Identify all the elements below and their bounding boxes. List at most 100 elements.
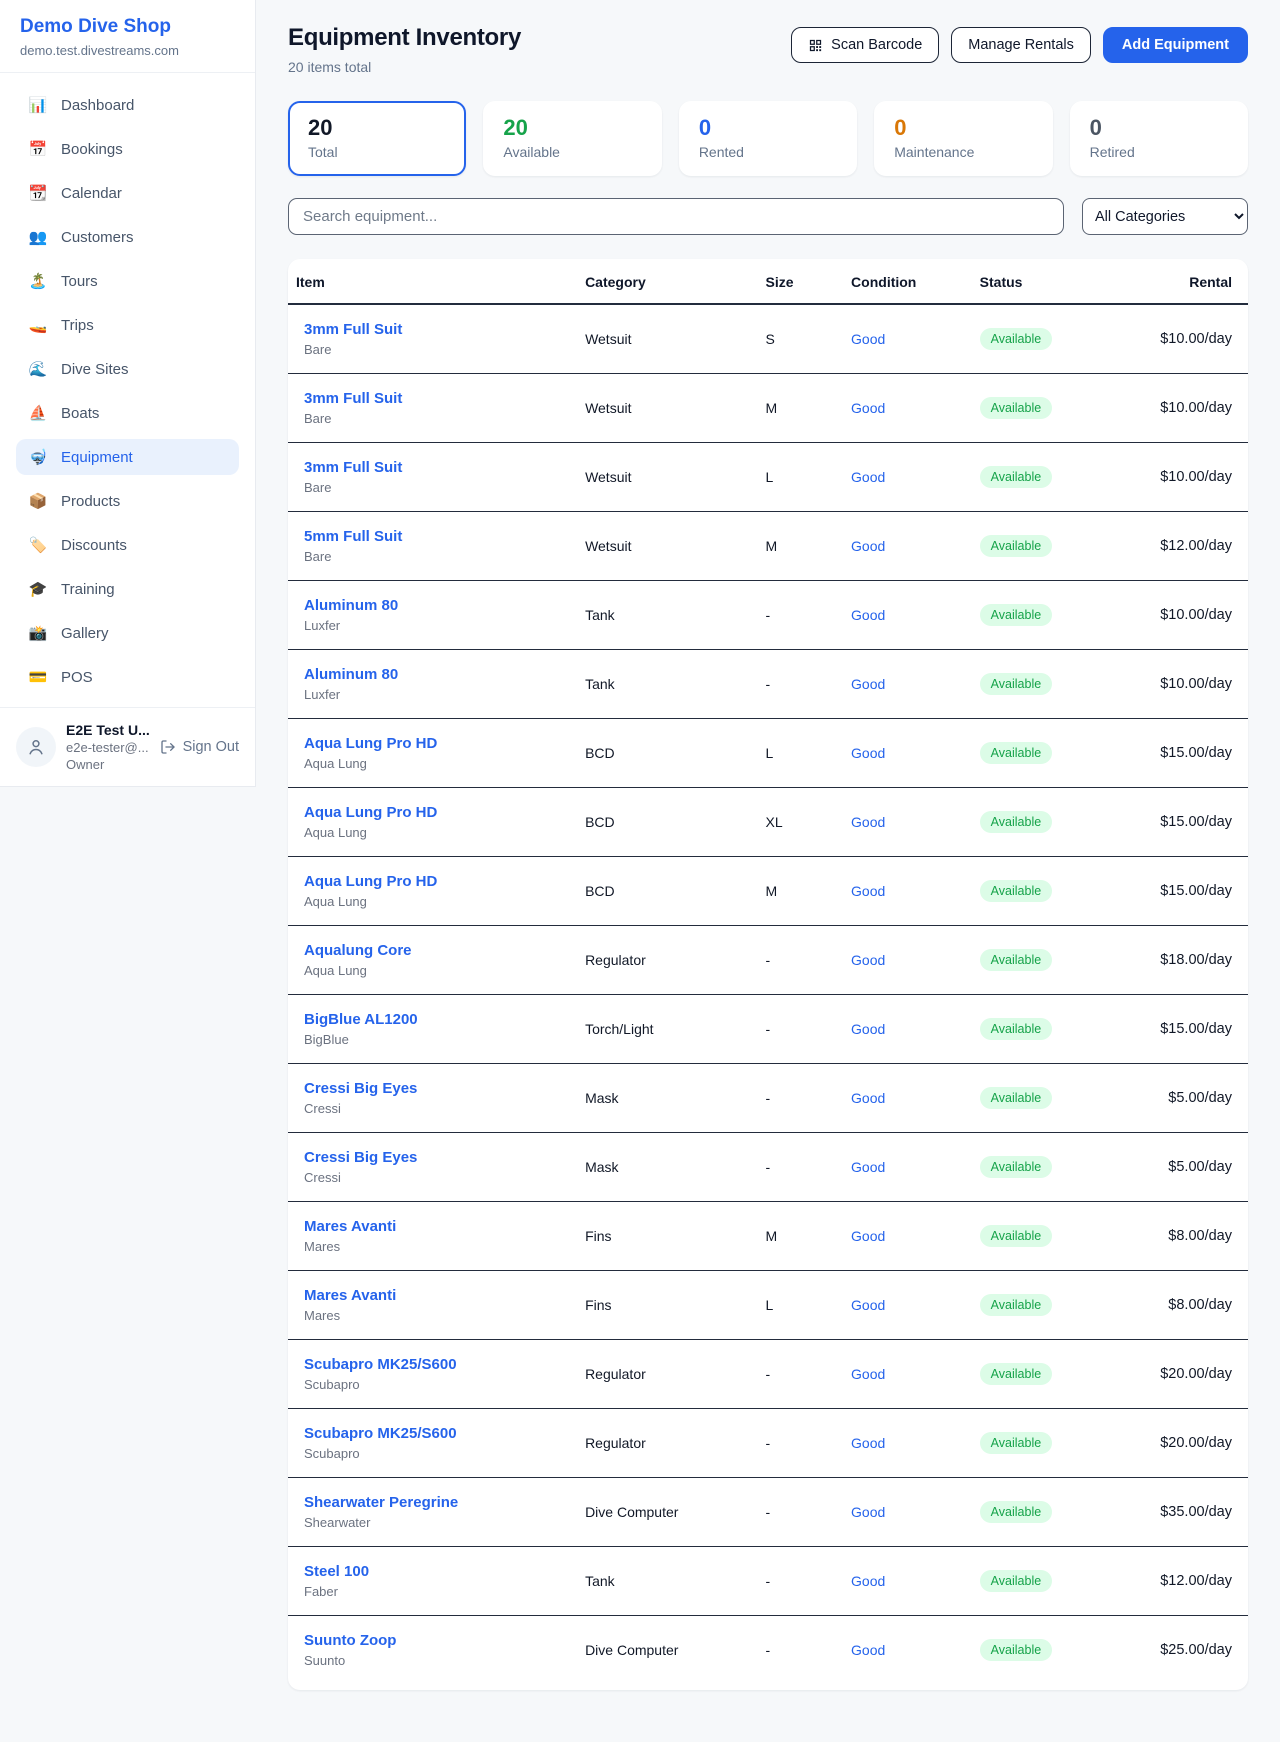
sign-out-button[interactable]: Sign Out xyxy=(160,739,239,755)
stat-card-rented[interactable]: 0 Rented xyxy=(679,101,857,176)
item-name-link[interactable]: BigBlue AL1200 xyxy=(304,1011,569,1028)
item-name-link[interactable]: Aqua Lung Pro HD xyxy=(304,873,569,890)
sidebar-item-bookings[interactable]: 📅 Bookings xyxy=(16,131,239,167)
item-condition-link[interactable]: Good xyxy=(851,883,885,899)
status-badge: Available xyxy=(980,742,1053,764)
item-brand: Scubapro xyxy=(304,1377,569,1392)
stat-card-available[interactable]: 20 Available xyxy=(483,101,661,176)
item-size: - xyxy=(758,581,844,650)
table-row: 3mm Full Suit Bare Wetsuit M Good Availa… xyxy=(288,374,1248,443)
item-name-link[interactable]: 3mm Full Suit xyxy=(304,321,569,338)
stat-label: Available xyxy=(503,144,641,160)
sign-out-icon xyxy=(160,739,176,755)
sidebar-item-training[interactable]: 🎓 Training xyxy=(16,571,239,607)
sidebar-item-dive-sites[interactable]: 🌊 Dive Sites xyxy=(16,351,239,387)
sidebar-item-label: Customers xyxy=(61,229,134,246)
sidebar-item-calendar[interactable]: 📆 Calendar xyxy=(16,175,239,211)
item-name-link[interactable]: Aluminum 80 xyxy=(304,666,569,683)
add-equipment-button[interactable]: Add Equipment xyxy=(1103,27,1248,63)
table-row: Cressi Big Eyes Cressi Mask - Good Avail… xyxy=(288,1133,1248,1202)
item-condition-link[interactable]: Good xyxy=(851,607,885,623)
item-condition-link[interactable]: Good xyxy=(851,1159,885,1175)
table-row: Aqua Lung Pro HD Aqua Lung BCD L Good Av… xyxy=(288,719,1248,788)
stat-card-maintenance[interactable]: 0 Maintenance xyxy=(874,101,1052,176)
table-row: 5mm Full Suit Bare Wetsuit M Good Availa… xyxy=(288,512,1248,581)
sidebar-item-pos[interactable]: 💳 POS xyxy=(16,659,239,695)
item-condition-link[interactable]: Good xyxy=(851,1021,885,1037)
item-size: M xyxy=(758,512,844,581)
brand-name[interactable]: Demo Dive Shop xyxy=(20,16,235,38)
sidebar-item-customers[interactable]: 👥 Customers xyxy=(16,219,239,255)
item-name-link[interactable]: 3mm Full Suit xyxy=(304,459,569,476)
item-name-link[interactable]: Aqualung Core xyxy=(304,942,569,959)
table-row: Suunto Zoop Suunto Dive Computer - Good … xyxy=(288,1616,1248,1685)
item-name-link[interactable]: Shearwater Peregrine xyxy=(304,1494,569,1511)
status-badge: Available xyxy=(980,397,1053,419)
item-condition-link[interactable]: Good xyxy=(851,538,885,554)
search-input[interactable] xyxy=(288,198,1064,235)
item-name-link[interactable]: Cressi Big Eyes xyxy=(304,1149,569,1166)
stat-card-retired[interactable]: 0 Retired xyxy=(1070,101,1248,176)
item-category: BCD xyxy=(577,788,757,857)
item-condition-link[interactable]: Good xyxy=(851,1435,885,1451)
sidebar-item-dashboard[interactable]: 📊 Dashboard xyxy=(16,87,239,123)
item-name-link[interactable]: Aqua Lung Pro HD xyxy=(304,804,569,821)
item-size: - xyxy=(758,1478,844,1547)
sidebar-item-trips[interactable]: 🚤 Trips xyxy=(16,307,239,343)
items-total-count: 20 items total xyxy=(288,59,521,75)
status-badge: Available xyxy=(980,1570,1053,1592)
item-condition-link[interactable]: Good xyxy=(851,814,885,830)
item-name-link[interactable]: Mares Avanti xyxy=(304,1287,569,1304)
item-condition-link[interactable]: Good xyxy=(851,952,885,968)
item-name-link[interactable]: Mares Avanti xyxy=(304,1218,569,1235)
item-condition-link[interactable]: Good xyxy=(851,331,885,347)
sidebar-item-gallery[interactable]: 📸 Gallery xyxy=(16,615,239,651)
item-name-link[interactable]: Aqua Lung Pro HD xyxy=(304,735,569,752)
category-select[interactable]: All Categories xyxy=(1082,198,1248,235)
item-condition-link[interactable]: Good xyxy=(851,1228,885,1244)
sidebar-item-label: Bookings xyxy=(61,141,123,158)
item-name-link[interactable]: Suunto Zoop xyxy=(304,1632,569,1649)
equipment-table: Item Category Size Condition Status Rent… xyxy=(288,259,1248,1684)
item-name-link[interactable]: 3mm Full Suit xyxy=(304,390,569,407)
item-condition-link[interactable]: Good xyxy=(851,400,885,416)
item-condition-link[interactable]: Good xyxy=(851,469,885,485)
item-name-link[interactable]: 5mm Full Suit xyxy=(304,528,569,545)
status-badge: Available xyxy=(980,1225,1053,1247)
sidebar-item-tours[interactable]: 🏝️ Tours xyxy=(16,263,239,299)
item-category: Dive Computer xyxy=(577,1478,757,1547)
item-brand: Bare xyxy=(304,549,569,564)
item-name-link[interactable]: Scubapro MK25/S600 xyxy=(304,1425,569,1442)
manage-rentals-button[interactable]: Manage Rentals xyxy=(951,27,1091,63)
item-category: Torch/Light xyxy=(577,995,757,1064)
sidebar-item-equipment[interactable]: 🤿 Equipment xyxy=(16,439,239,475)
stat-value: 20 xyxy=(503,115,641,141)
stat-card-total[interactable]: 20 Total xyxy=(288,101,466,176)
item-rental-price: $18.00/day xyxy=(1152,926,1248,995)
column-header-status: Status xyxy=(972,259,1153,304)
sidebar-item-discounts[interactable]: 🏷️ Discounts xyxy=(16,527,239,563)
item-condition-link[interactable]: Good xyxy=(851,1504,885,1520)
scan-barcode-button[interactable]: Scan Barcode xyxy=(791,27,939,63)
item-name-link[interactable]: Aluminum 80 xyxy=(304,597,569,614)
sidebar-item-boats[interactable]: ⛵ Boats xyxy=(16,395,239,431)
person-icon xyxy=(26,737,46,757)
item-condition-link[interactable]: Good xyxy=(851,676,885,692)
item-condition-link[interactable]: Good xyxy=(851,1366,885,1382)
item-brand: Luxfer xyxy=(304,618,569,633)
item-category: Mask xyxy=(577,1133,757,1202)
item-rental-price: $25.00/day xyxy=(1152,1616,1248,1685)
status-badge: Available xyxy=(980,1639,1053,1661)
item-rental-price: $5.00/day xyxy=(1152,1133,1248,1202)
sidebar-item-label: Trips xyxy=(61,317,94,334)
item-condition-link[interactable]: Good xyxy=(851,1090,885,1106)
item-condition-link[interactable]: Good xyxy=(851,745,885,761)
item-condition-link[interactable]: Good xyxy=(851,1642,885,1658)
item-rental-price: $10.00/day xyxy=(1152,581,1248,650)
item-name-link[interactable]: Scubapro MK25/S600 xyxy=(304,1356,569,1373)
sidebar-item-products[interactable]: 📦 Products xyxy=(16,483,239,519)
item-condition-link[interactable]: Good xyxy=(851,1573,885,1589)
item-condition-link[interactable]: Good xyxy=(851,1297,885,1313)
item-name-link[interactable]: Cressi Big Eyes xyxy=(304,1080,569,1097)
item-name-link[interactable]: Steel 100 xyxy=(304,1563,569,1580)
